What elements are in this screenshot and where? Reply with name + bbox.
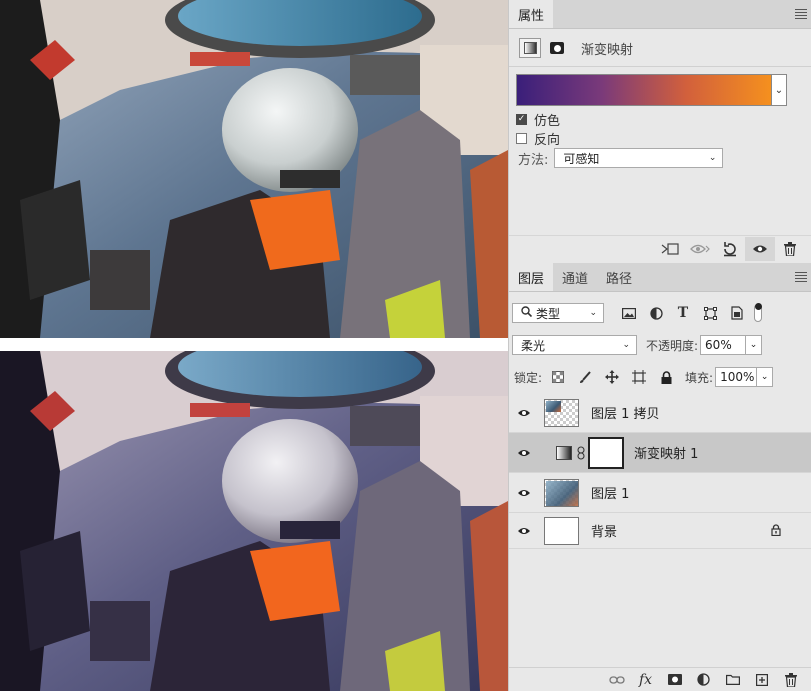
fill-input[interactable]: 100%	[715, 367, 758, 387]
eye-icon[interactable]	[509, 526, 539, 536]
gradient-picker[interactable]: ⌄	[516, 74, 787, 106]
tab-channels[interactable]: 通道	[553, 263, 597, 291]
new-group-icon[interactable]	[718, 669, 747, 691]
layer-filter-row: 类型 ⌄ T	[509, 303, 811, 323]
trash-icon[interactable]	[775, 237, 805, 261]
reverse-checkbox[interactable]	[516, 133, 527, 144]
layer-row[interactable]: 图层 1 拷贝	[509, 393, 811, 433]
layers-list: 图层 1 拷贝 渐变映射 1 图层 1 背景	[509, 393, 811, 549]
chevron-down-icon[interactable]: ⌄	[772, 74, 787, 106]
image-filter-icon[interactable]	[618, 303, 640, 323]
blend-row: 柔光 ⌄ 不透明度: 60% ⌄	[509, 335, 811, 355]
blend-mode-select[interactable]: 柔光 ⌄	[512, 335, 637, 355]
dither-checkbox[interactable]: ✓	[516, 114, 527, 125]
layer-row[interactable]: 背景	[509, 513, 811, 549]
eye-icon[interactable]	[509, 408, 539, 418]
eye-icon[interactable]	[509, 448, 539, 458]
properties-title: 渐变映射	[581, 42, 634, 58]
chevron-down-icon[interactable]: ⌄	[757, 367, 774, 387]
lock-icon	[771, 524, 781, 539]
tab-layers[interactable]: 图层	[509, 263, 554, 291]
new-layer-icon[interactable]	[747, 669, 776, 691]
smart-object-filter-icon[interactable]	[726, 303, 748, 323]
method-row: 方法: 可感知 ⌄	[518, 148, 724, 168]
panel-menu-icon[interactable]	[795, 9, 807, 19]
dither-option[interactable]: ✓ 仿色	[516, 110, 560, 129]
filter-kind-select[interactable]: 类型 ⌄	[512, 303, 604, 323]
new-adjustment-icon[interactable]	[689, 669, 718, 691]
panel-menu-icon[interactable]	[795, 272, 807, 282]
gradient-preview[interactable]	[516, 74, 772, 106]
dither-label: 仿色	[534, 114, 561, 129]
link-icon[interactable]	[576, 445, 586, 460]
layer-row[interactable]: 图层 1	[509, 473, 811, 513]
photo-after	[0, 351, 508, 691]
blend-mode-value: 柔光	[521, 338, 546, 353]
layer-row-selected[interactable]: 渐变映射 1	[509, 433, 811, 473]
eye-icon[interactable]	[509, 488, 539, 498]
method-label: 方法:	[518, 152, 549, 168]
layer-thumbnail	[544, 516, 579, 545]
tab-paths[interactable]: 路径	[597, 263, 641, 291]
lock-row: 锁定: 填充: 100% ⌄	[509, 367, 811, 387]
mask-icon[interactable]	[546, 38, 568, 58]
filter-toggle[interactable]	[754, 303, 762, 322]
lock-label: 锁定:	[514, 370, 543, 385]
properties-header: 渐变映射	[509, 30, 811, 67]
chevron-down-icon[interactable]: ⌄	[746, 335, 763, 355]
fill-label: 填充:	[685, 370, 714, 385]
layer-name[interactable]: 图层 1 拷贝	[591, 403, 660, 422]
gradient-map-icon	[519, 38, 541, 58]
lock-pixels-icon[interactable]	[574, 367, 596, 387]
layers-bottom-toolbar: fx	[509, 667, 811, 691]
add-mask-icon[interactable]	[660, 669, 689, 691]
photo-before	[0, 0, 508, 338]
visibility-icon[interactable]	[745, 236, 775, 261]
clip-to-layer-icon[interactable]	[655, 237, 685, 261]
link-layers-icon[interactable]	[602, 669, 631, 691]
layers-tabbar: 图层 通道 路径	[509, 263, 811, 292]
lock-artboard-icon[interactable]	[628, 367, 650, 387]
view-previous-state-icon[interactable]	[685, 237, 715, 261]
lock-all-icon[interactable]	[655, 367, 677, 387]
reverse-option[interactable]: 反向	[516, 129, 560, 148]
properties-tabbar: 属性	[509, 0, 811, 29]
layer-name[interactable]: 图层 1	[591, 483, 629, 502]
shape-filter-icon[interactable]	[699, 303, 721, 323]
opacity-label: 不透明度:	[646, 338, 699, 353]
delete-layer-icon[interactable]	[776, 669, 805, 691]
lock-transparent-icon[interactable]	[547, 367, 569, 387]
filter-kind-value: 类型	[536, 306, 561, 321]
layer-name[interactable]: 背景	[591, 521, 617, 540]
fx-label: fx	[638, 671, 653, 688]
reset-icon[interactable]	[715, 237, 745, 261]
lock-position-icon[interactable]	[601, 367, 623, 387]
photoshop-window: 属性 渐变映射 ⌄ ✓ 仿色 反向 方法: 可感知 ⌄ 图层 通道 路径 类型 …	[0, 0, 811, 691]
search-icon	[521, 306, 533, 320]
opacity-input[interactable]: 60%	[700, 335, 747, 355]
chevron-down-icon: ⌄	[589, 308, 597, 318]
method-select[interactable]: 可感知 ⌄	[554, 148, 724, 168]
method-value: 可感知	[563, 151, 600, 166]
layer-name[interactable]: 渐变映射 1	[634, 443, 698, 462]
layer-mask-thumbnail[interactable]	[588, 436, 624, 469]
chevron-down-icon: ⌄	[622, 340, 630, 350]
reverse-label: 反向	[534, 133, 561, 148]
type-filter-icon[interactable]: T	[672, 303, 694, 323]
tab-properties[interactable]: 属性	[509, 0, 554, 28]
gradient-map-icon	[551, 445, 576, 460]
fx-icon[interactable]: fx	[631, 669, 660, 691]
layer-thumbnail	[544, 478, 579, 507]
properties-footer	[509, 235, 811, 261]
layer-thumbnail	[544, 398, 579, 427]
adjustment-filter-icon[interactable]	[645, 303, 667, 323]
chevron-down-icon: ⌄	[708, 153, 717, 163]
photo-divider	[0, 338, 508, 351]
